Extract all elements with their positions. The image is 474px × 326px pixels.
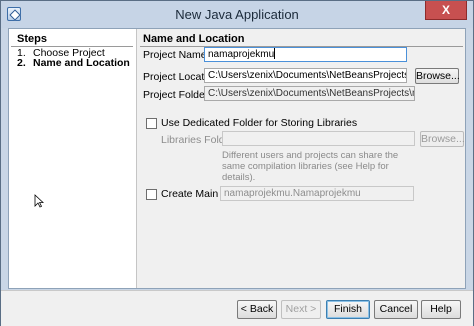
project-folder-input[interactable]: C:\Users\zenix\Documents\NetBeansProject… <box>204 86 415 101</box>
libraries-folder-input[interactable] <box>222 131 415 146</box>
wizard-content: Steps 1. Choose Project 2. Name and Locati… <box>8 28 466 289</box>
steps-panel: Steps 1. Choose Project 2. Name and Locati… <box>9 29 137 288</box>
main-class-input[interactable]: namaprojekmu.Namaprojekmu <box>220 186 414 201</box>
button-bar: < Back Next > Finish Cancel Help <box>1 290 473 326</box>
wizard-window: New Java Application X Steps 1. Choose Pr… <box>0 0 474 326</box>
step-name-and-location: 2. Name and Location <box>17 57 130 69</box>
step-number: 2. <box>17 57 26 69</box>
libraries-help-text: Different users and projects can share t… <box>222 150 399 183</box>
project-name-value: namaprojekmu <box>208 49 275 60</box>
project-location-input[interactable]: C:\Users\zenix\Documents\NetBeansProject… <box>204 68 407 83</box>
text-caret <box>274 48 276 59</box>
steps-heading: Steps <box>17 33 47 45</box>
step-label: Name and Location <box>33 57 130 69</box>
mouse-pointer-icon <box>34 194 44 208</box>
dedicated-folder-checkbox[interactable] <box>146 118 157 129</box>
section-heading: Name and Location <box>143 33 245 45</box>
project-name-input[interactable]: namaprojekmu <box>204 47 407 62</box>
name-location-panel: Name and Location Project Name: namaproj… <box>138 29 465 288</box>
cancel-button[interactable]: Cancel <box>374 300 418 319</box>
project-name-label: Project Name: <box>143 49 210 61</box>
help-button[interactable]: Help <box>421 300 461 319</box>
main-class-checkbox[interactable] <box>146 189 157 200</box>
window-title: New Java Application <box>175 7 299 22</box>
next-button[interactable]: Next > <box>281 300 321 319</box>
back-button[interactable]: < Back <box>237 300 277 319</box>
close-button[interactable]: X <box>425 1 467 20</box>
browse-location-button[interactable]: Browse... <box>415 68 460 84</box>
title-bar[interactable]: New Java Application X <box>1 1 473 28</box>
dedicated-folder-label[interactable]: Use Dedicated Folder for Storing Librari… <box>161 117 357 129</box>
browse-libraries-button[interactable]: Browse... <box>420 131 465 147</box>
finish-button[interactable]: Finish <box>326 300 370 319</box>
project-folder-label: Project Folder: <box>143 89 212 101</box>
